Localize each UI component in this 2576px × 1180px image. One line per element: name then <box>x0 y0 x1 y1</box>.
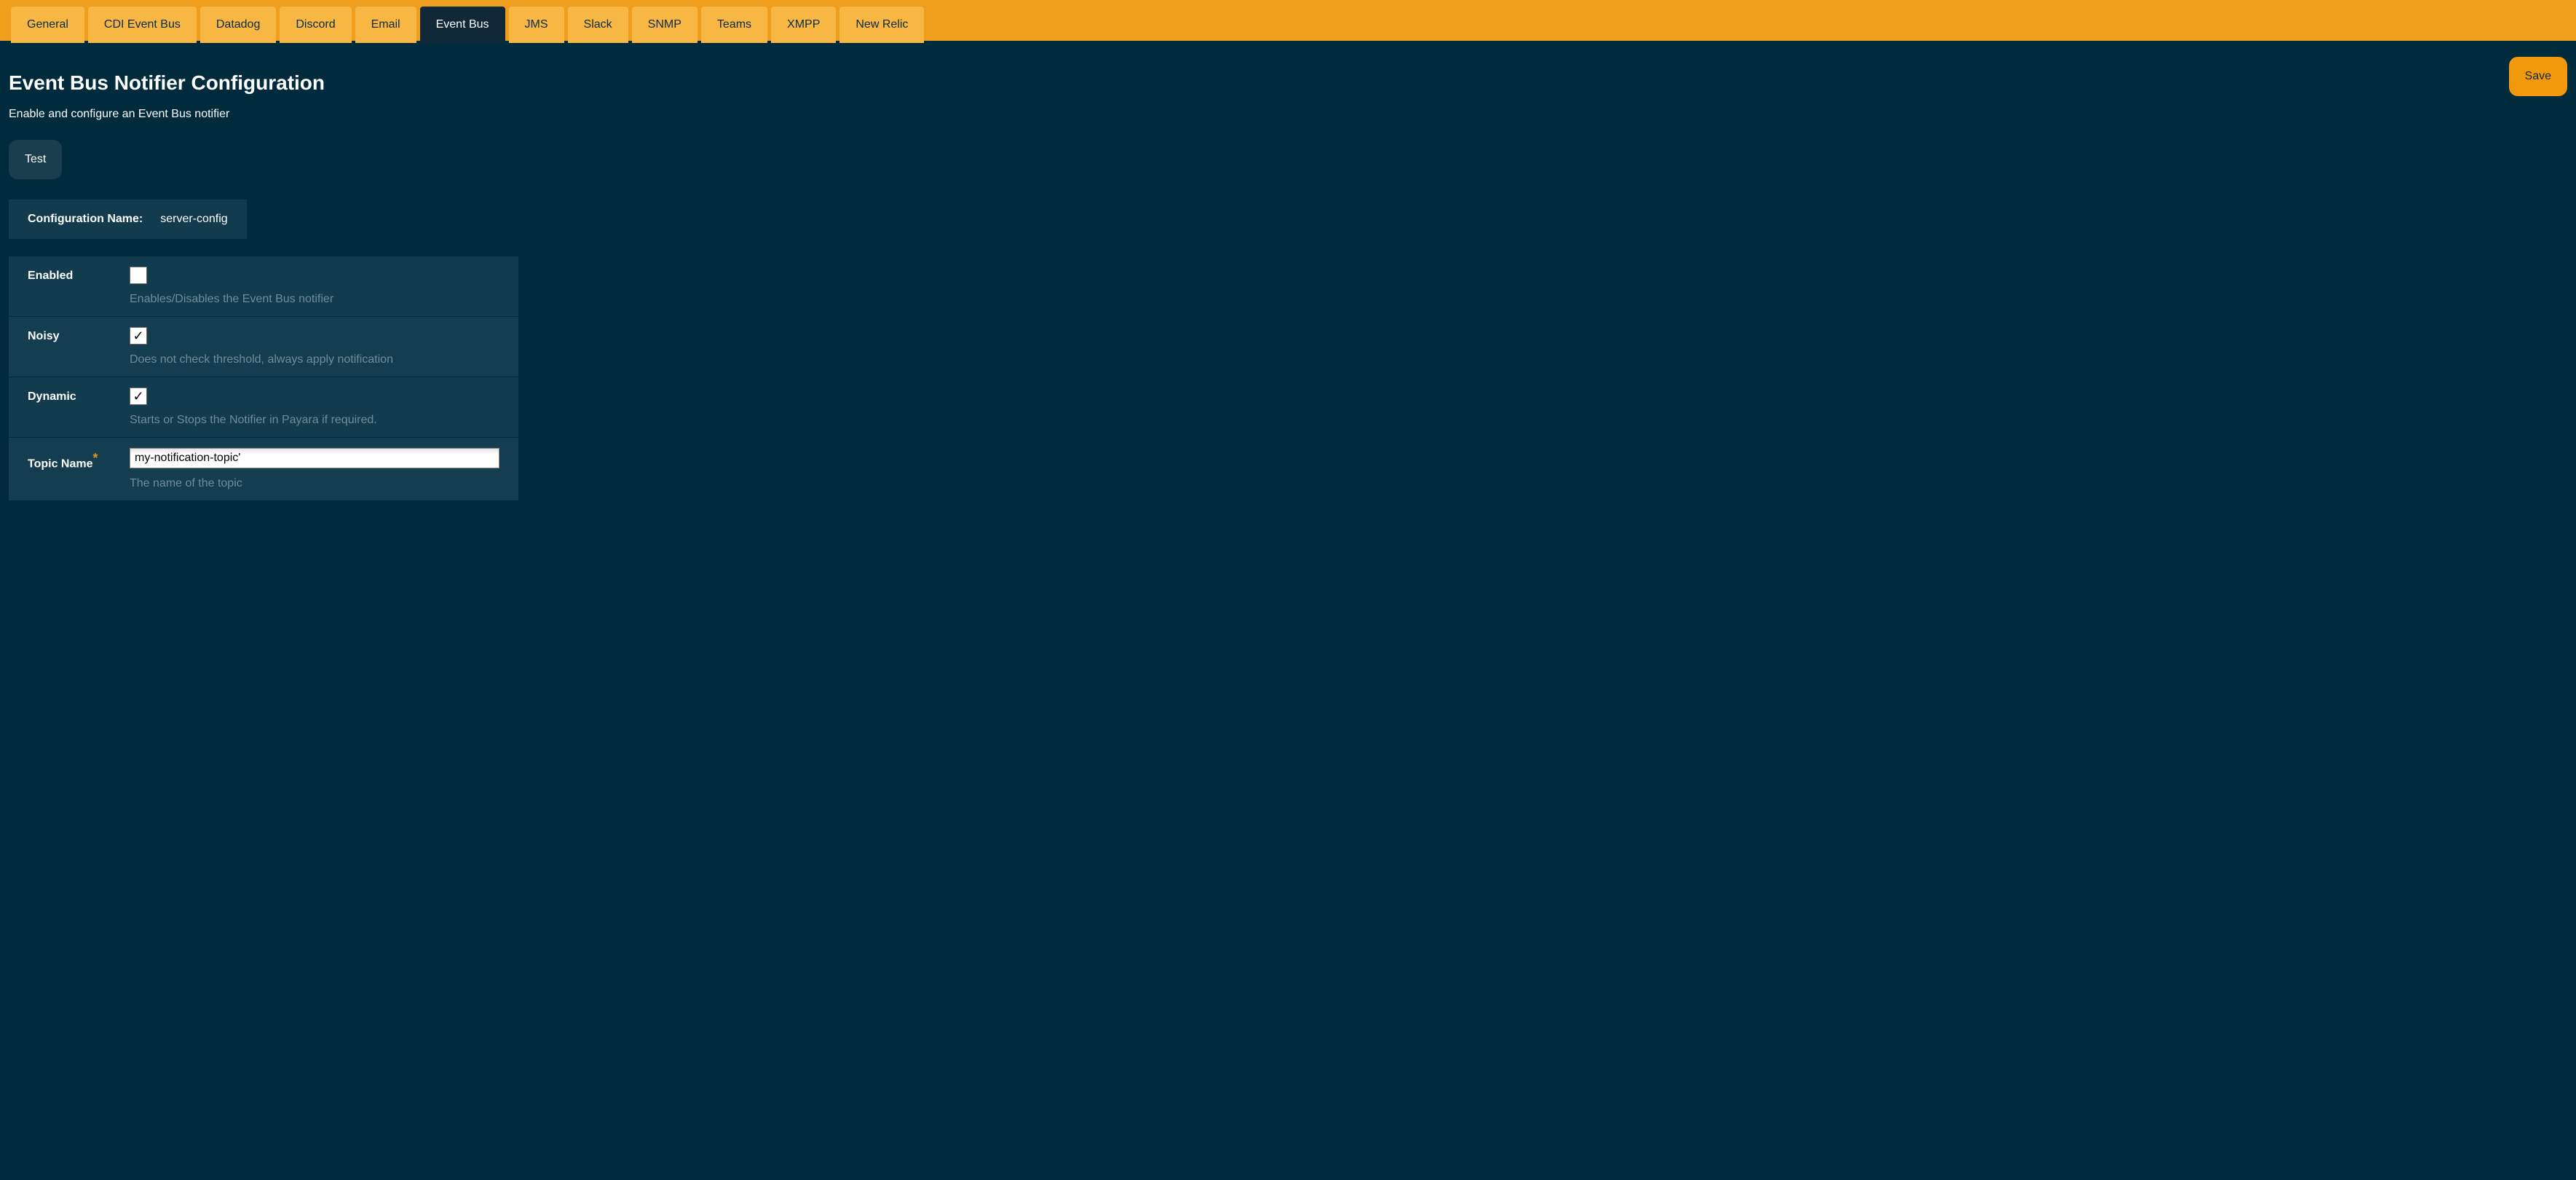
enabled-desc: Enables/Disables the Event Bus notifier <box>130 293 499 306</box>
row-topic: Topic Name* The name of the topic <box>9 438 518 501</box>
tab-event-bus[interactable]: Event Bus <box>420 7 505 43</box>
form: Enabled Enables/Disables the Event Bus n… <box>9 256 518 501</box>
tab-general[interactable]: General <box>11 7 84 43</box>
config-name-box: Configuration Name: server-config <box>9 200 247 239</box>
row-noisy: Noisy ✓ Does not check threshold, always… <box>9 317 518 377</box>
tab-xmpp[interactable]: XMPP <box>771 7 836 43</box>
row-enabled: Enabled Enables/Disables the Event Bus n… <box>9 256 518 317</box>
topic-label: Topic Name* <box>28 448 115 490</box>
enabled-checkbox[interactable] <box>130 267 147 284</box>
test-button[interactable]: Test <box>9 140 62 179</box>
tab-slack[interactable]: Slack <box>568 7 628 43</box>
save-button[interactable]: Save <box>2509 57 2567 96</box>
page-title: Event Bus Notifier Configuration <box>9 71 325 95</box>
config-name-value: server-config <box>160 213 227 226</box>
dynamic-checkbox[interactable]: ✓ <box>130 388 147 405</box>
enabled-label: Enabled <box>28 267 115 306</box>
tab-cdi-event-bus[interactable]: CDI Event Bus <box>88 7 197 43</box>
page-subtitle: Enable and configure an Event Bus notifi… <box>9 108 2567 121</box>
required-star-icon: * <box>93 451 98 465</box>
topic-desc: The name of the topic <box>130 477 499 490</box>
config-name-label: Configuration Name: <box>28 213 143 226</box>
topic-name-input[interactable] <box>130 448 499 468</box>
tab-discord[interactable]: Discord <box>280 7 351 43</box>
noisy-desc: Does not check threshold, always apply n… <box>130 353 499 366</box>
noisy-checkbox[interactable]: ✓ <box>130 327 147 345</box>
tab-email[interactable]: Email <box>355 7 416 43</box>
dynamic-desc: Starts or Stops the Notifier in Payara i… <box>130 414 499 427</box>
tab-datadog[interactable]: Datadog <box>200 7 277 43</box>
dynamic-label: Dynamic <box>28 388 115 427</box>
tab-new-relic[interactable]: New Relic <box>839 7 924 43</box>
tab-jms[interactable]: JMS <box>509 7 564 43</box>
tab-snmp[interactable]: SNMP <box>632 7 698 43</box>
noisy-label: Noisy <box>28 327 115 366</box>
tab-teams[interactable]: Teams <box>701 7 767 43</box>
row-dynamic: Dynamic ✓ Starts or Stops the Notifier i… <box>9 377 518 438</box>
tab-bar: General CDI Event Bus Datadog Discord Em… <box>0 0 2576 41</box>
